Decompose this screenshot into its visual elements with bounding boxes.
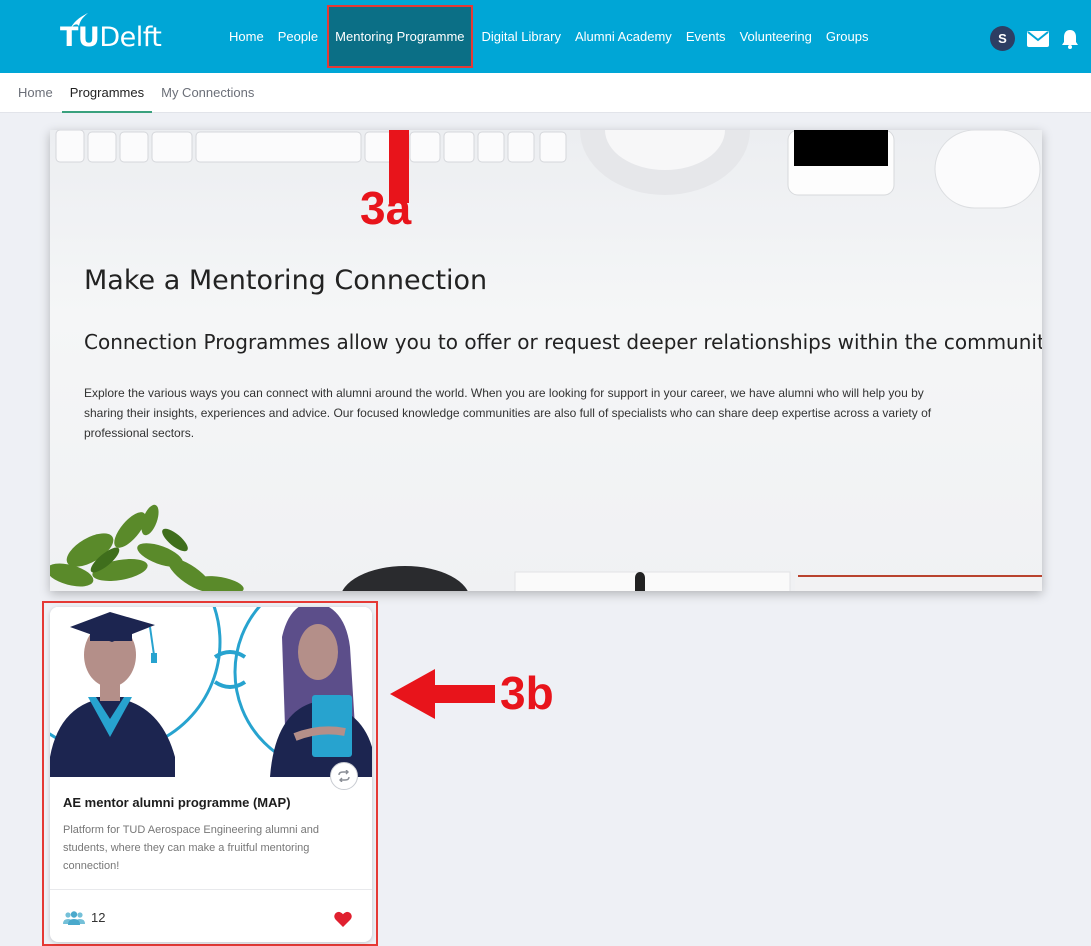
nav-home[interactable]: Home — [222, 0, 271, 73]
programme-description: Platform for TUD Aerospace Engineering a… — [63, 824, 319, 872]
nav-digital-library[interactable]: Digital Library — [475, 0, 568, 73]
members-icon — [63, 910, 85, 925]
favorite-button[interactable] — [334, 911, 352, 932]
nav-user-tools: S — [990, 26, 1079, 51]
top-navbar: TUDelft Home People Mentoring Programme … — [0, 0, 1091, 73]
member-count-group: 12 — [63, 910, 105, 925]
hero-title: Make a Mentoring Connection — [84, 265, 488, 296]
nav-groups[interactable]: Groups — [819, 0, 876, 73]
subnav-my-connections[interactable]: My Connections — [161, 73, 254, 113]
programme-title[interactable]: AE mentor alumni programme (MAP) — [63, 795, 291, 810]
nav-volunteering[interactable]: Volunteering — [733, 0, 819, 73]
hero-description: Explore the various ways you can connect… — [84, 386, 932, 440]
share-icon — [338, 770, 350, 782]
nav-people[interactable]: People — [271, 0, 325, 73]
card-divider — [50, 889, 372, 890]
nav-alumni-academy[interactable]: Alumni Academy — [568, 0, 679, 73]
member-count: 12 — [91, 910, 106, 925]
nav-mentoring-programme[interactable]: Mentoring Programme — [327, 5, 473, 68]
hero-banner: 3a Make a Mentoring Connection Connectio… — [50, 130, 1042, 591]
mail-icon[interactable] — [1027, 30, 1049, 47]
logo-delft: Delft — [99, 22, 162, 53]
share-button[interactable] — [330, 762, 358, 790]
flame-icon — [70, 13, 88, 29]
heart-icon — [334, 911, 352, 927]
annotation-label-3a: 3a — [360, 182, 412, 234]
subnav-home[interactable]: Home — [18, 73, 53, 113]
user-avatar[interactable]: S — [990, 26, 1015, 51]
programme-card[interactable]: AE mentor alumni programme (MAP) Platfor… — [50, 607, 372, 942]
sub-navbar: Home Programmes My Connections — [0, 73, 1091, 113]
bell-icon[interactable] — [1061, 29, 1079, 49]
tudelft-logo[interactable]: TUDelft — [60, 13, 162, 62]
annotation-label-3b: 3b — [500, 667, 554, 719]
subnav-programmes[interactable]: Programmes — [61, 73, 153, 113]
annotation-arrow-left — [390, 669, 495, 719]
main-nav: Home People Mentoring Programme Digital … — [222, 0, 875, 73]
desk-background-image — [50, 130, 1042, 591]
nav-events[interactable]: Events — [679, 0, 733, 73]
mentoring-illustration-image — [50, 607, 372, 777]
hero-subtitle: Connection Programmes allow you to offer… — [84, 330, 1042, 354]
